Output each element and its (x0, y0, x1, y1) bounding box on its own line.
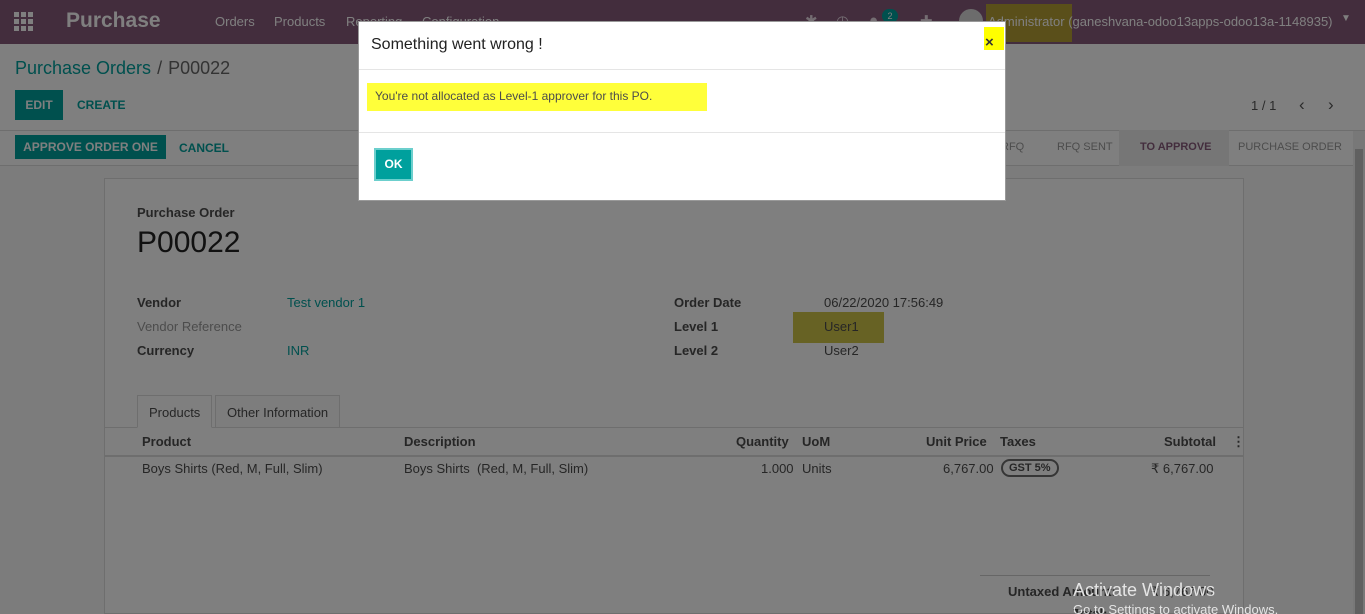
error-dialog: Something went wrong ! × You're not allo… (358, 21, 1006, 201)
activation-watermark: Activate Windows (1073, 580, 1216, 600)
ok-button[interactable]: OK (374, 148, 413, 181)
close-icon[interactable]: × (985, 34, 994, 51)
dialog-footer-divider (359, 132, 1005, 133)
dialog-header-divider (359, 69, 1005, 70)
dialog-message: You're not allocated as Level-1 approver… (375, 89, 653, 103)
dialog-title: Something went wrong ! (371, 36, 543, 53)
activation-watermark-sub: Go to Settings to activate Windows. (1073, 602, 1279, 614)
